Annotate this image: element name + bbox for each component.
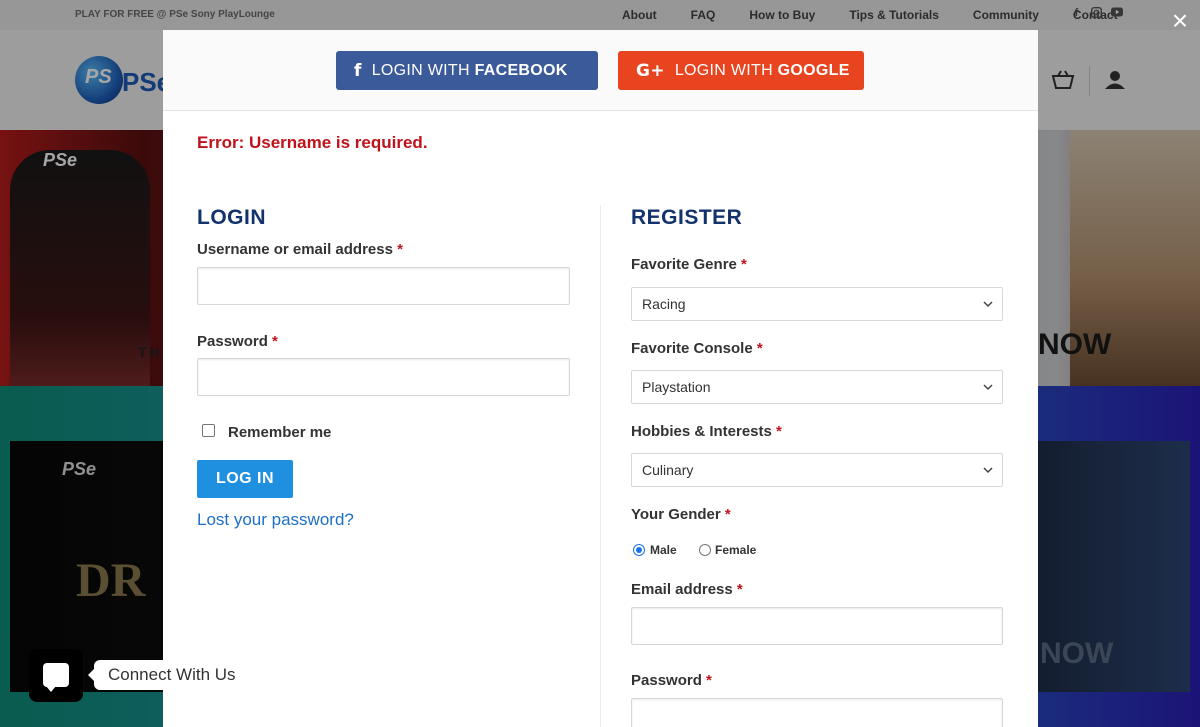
password-label: Password * <box>197 333 278 350</box>
remember-me-checkbox[interactable] <box>202 424 215 437</box>
chevron-down-icon <box>983 288 993 332</box>
favorite-console-select[interactable]: Playstation <box>631 370 1003 404</box>
close-icon[interactable]: × <box>1169 7 1191 35</box>
username-input[interactable] <box>197 267 570 305</box>
log-in-button[interactable]: LOG IN <box>197 460 293 498</box>
facebook-icon: f <box>354 60 362 81</box>
login-register-modal: f LOGIN WITH FACEBOOK G+ LOGIN WITH GOOG… <box>163 30 1038 727</box>
login-heading: LOGIN <box>197 206 266 229</box>
email-label: Email address * <box>631 581 743 598</box>
error-message: Error: Username is required. <box>197 133 428 152</box>
favorite-genre-select[interactable]: Racing <box>631 287 1003 321</box>
favorite-console-label: Favorite Console * <box>631 340 763 357</box>
login-with-google-button[interactable]: G+ LOGIN WITH GOOGLE <box>618 51 864 90</box>
register-heading: REGISTER <box>631 206 743 229</box>
gender-female-radio[interactable] <box>699 544 711 556</box>
register-password-input[interactable] <box>631 698 1003 727</box>
connect-chat-button[interactable] <box>29 649 83 702</box>
chat-icon <box>43 663 69 692</box>
chevron-down-icon <box>983 371 993 415</box>
email-input[interactable] <box>631 607 1003 645</box>
gender-female-label[interactable]: Female <box>715 543 756 557</box>
google-plus-icon: G+ <box>636 60 665 81</box>
login-with-facebook-button[interactable]: f LOGIN WITH FACEBOOK <box>336 51 598 90</box>
gender-label: Your Gender * <box>631 506 731 523</box>
password-input[interactable] <box>197 358 570 396</box>
social-login-bar: f LOGIN WITH FACEBOOK G+ LOGIN WITH GOOG… <box>163 30 1038 111</box>
hobbies-label: Hobbies & Interests * <box>631 423 782 440</box>
gender-male-label[interactable]: Male <box>650 543 677 557</box>
lost-password-link[interactable]: Lost your password? <box>197 510 354 530</box>
hobbies-select[interactable]: Culinary <box>631 453 1003 487</box>
register-password-label: Password * <box>631 672 712 689</box>
gender-male-radio[interactable] <box>633 544 645 556</box>
favorite-genre-label: Favorite Genre * <box>631 256 747 273</box>
username-label: Username or email address * <box>197 241 403 258</box>
connect-with-us-label[interactable]: Connect With Us <box>88 660 250 690</box>
column-divider <box>600 205 601 727</box>
remember-me-label[interactable]: Remember me <box>228 424 331 441</box>
chevron-down-icon <box>983 454 993 498</box>
